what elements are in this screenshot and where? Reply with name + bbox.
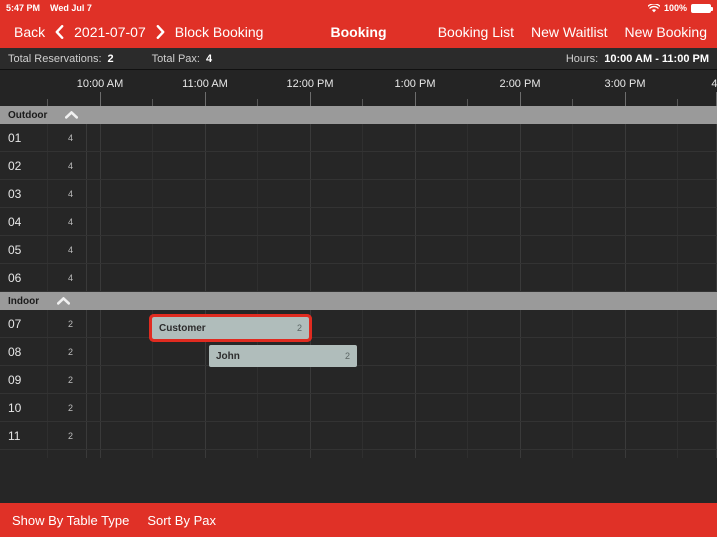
table-row[interactable]: 01 4 (0, 124, 717, 152)
table-row[interactable]: 10 2 (0, 394, 717, 422)
total-pax-value: 4 (205, 52, 213, 65)
ruler-tick-major (625, 92, 626, 106)
table-pax: 4 (68, 245, 74, 255)
booking-grid[interactable]: Outdoor 01 4 02 4 03 4 04 4 05 4 06 4 Indoor 07 2 08 2 09 2… (0, 106, 717, 503)
table-pax: 4 (68, 133, 74, 143)
table-number: 02 (8, 159, 22, 173)
navbar-right-actions: Booking List New Waitlist New Booking (438, 24, 707, 40)
table-row[interactable]: 05 4 (0, 236, 717, 264)
booking-list-button[interactable]: Booking List (438, 24, 514, 40)
table-pax: 4 (68, 161, 74, 171)
booking-block[interactable]: Customer 2 (149, 314, 312, 342)
table-number: 05 (8, 243, 22, 257)
total-pax-label: Total Pax: (151, 52, 200, 65)
current-date-label[interactable]: 2021-07-07 (74, 24, 146, 40)
battery-full-icon (691, 3, 713, 13)
ruler-tick-major (520, 92, 521, 106)
booking-customer-name: Customer (159, 322, 206, 334)
ruler-tick-minor (572, 99, 573, 106)
ruler-tick-major (205, 92, 206, 106)
booking-pax: 2 (344, 351, 350, 361)
wifi-icon (647, 3, 660, 13)
chevron-right-icon[interactable] (156, 25, 165, 39)
ruler-time-label: 3:00 PM (604, 78, 646, 90)
ruler-time-label: 12:00 PM (286, 78, 334, 90)
table-row[interactable]: 06 4 (0, 264, 717, 292)
new-booking-button[interactable]: New Booking (625, 24, 708, 40)
status-bar-time: 5:47 PM (6, 3, 41, 13)
total-pax: Total Pax: 4 (152, 53, 212, 65)
table-row[interactable]: 07 2 (0, 310, 717, 338)
table-number: 04 (8, 215, 22, 229)
ruler-tick-minor (677, 99, 678, 106)
table-number: 09 (8, 373, 22, 387)
table-row[interactable]: 11 2 (0, 422, 717, 450)
info-bar: Total Reservations: 2 Total Pax: 4 Hours… (0, 48, 717, 70)
status-bar: 5:47 PM Wed Jul 7 100% (0, 0, 717, 16)
ruler-tick-minor (257, 99, 258, 106)
time-ruler: 10:00 AM 11:00 AM 12:00 PM 1:00 PM 2:00 PM 3:… (0, 70, 717, 106)
opening-hours: Hours: 10:00 AM - 11:00 PM (566, 53, 709, 65)
battery-percent: 100% (663, 3, 687, 13)
table-pax: 2 (68, 347, 74, 357)
table-number: 06 (8, 271, 22, 285)
ruler-tick-major (100, 92, 101, 106)
back-button[interactable]: Back (14, 24, 45, 40)
table-row[interactable]: 03 4 (0, 180, 717, 208)
table-number: 07 (8, 317, 22, 331)
ruler-time-label: 4: (711, 78, 717, 90)
ruler-tick-major (415, 92, 416, 106)
sort-by-pax-button[interactable]: Sort By Pax (147, 513, 216, 528)
table-pax: 2 (68, 431, 74, 441)
section-header-indoor[interactable]: Indoor (0, 292, 717, 310)
block-booking-button[interactable]: Block Booking (175, 24, 264, 40)
chevron-up-icon[interactable] (65, 111, 79, 119)
ruler-time-label: 2:00 PM (499, 78, 541, 90)
new-waitlist-button[interactable]: New Waitlist (531, 24, 608, 40)
ruler-tick-minor (362, 99, 363, 106)
total-reservations-value: 2 (107, 52, 114, 65)
section-header-label: Indoor (8, 295, 40, 307)
table-number: 11 (8, 429, 21, 443)
total-reservations-label: Total Reservations: (8, 52, 102, 65)
booking-customer-name: John (216, 350, 240, 362)
navigation-bar: Back 2021-07-07 Block Booking Booking Bo… (0, 16, 717, 48)
status-bar-date: Wed Jul 7 (50, 3, 92, 13)
table-pax: 2 (68, 375, 74, 385)
table-row[interactable]: 09 2 (0, 366, 717, 394)
table-row[interactable]: 08 2 (0, 338, 717, 366)
table-row[interactable]: 02 4 (0, 152, 717, 180)
show-by-table-type-button[interactable]: Show By Table Type (12, 513, 129, 528)
ruler-tick-minor (467, 99, 468, 106)
table-pax: 4 (68, 217, 74, 227)
hours-value: 10:00 AM - 11:00 PM (604, 52, 709, 65)
table-pax: 4 (68, 189, 74, 199)
table-number: 10 (8, 401, 22, 415)
hours-label: Hours: (565, 52, 599, 65)
ruler-tick-minor (47, 99, 48, 106)
chevron-left-icon[interactable] (55, 25, 64, 39)
ruler-time-label: 10:00 AM (76, 78, 124, 90)
ruler-tick-major (310, 92, 311, 106)
table-number: 03 (8, 187, 22, 201)
ruler-time-label: 1:00 PM (394, 78, 436, 90)
ruler-tick-minor (152, 99, 153, 106)
section-header-label: Outdoor (8, 109, 48, 121)
total-reservations: Total Reservations: 2 (8, 53, 114, 65)
booking-block[interactable]: John 2 (209, 345, 357, 367)
section-header-outdoor[interactable]: Outdoor (0, 106, 717, 124)
table-number: 08 (8, 345, 22, 359)
table-row[interactable]: 04 4 (0, 208, 717, 236)
status-bar-right-group: 100% (647, 0, 713, 16)
table-pax: 4 (68, 273, 74, 283)
booking-screen: 5:47 PM Wed Jul 7 100% Back 2021-07-07 B… (0, 0, 717, 537)
bottom-toolbar: Show By Table Type Sort By Pax (0, 503, 717, 537)
table-number: 01 (8, 131, 22, 145)
table-pax: 2 (68, 319, 74, 329)
ruler-time-label: 11:00 AM (182, 78, 228, 90)
chevron-up-icon[interactable] (57, 297, 71, 305)
booking-pax: 2 (296, 323, 302, 333)
table-pax: 2 (68, 403, 74, 413)
